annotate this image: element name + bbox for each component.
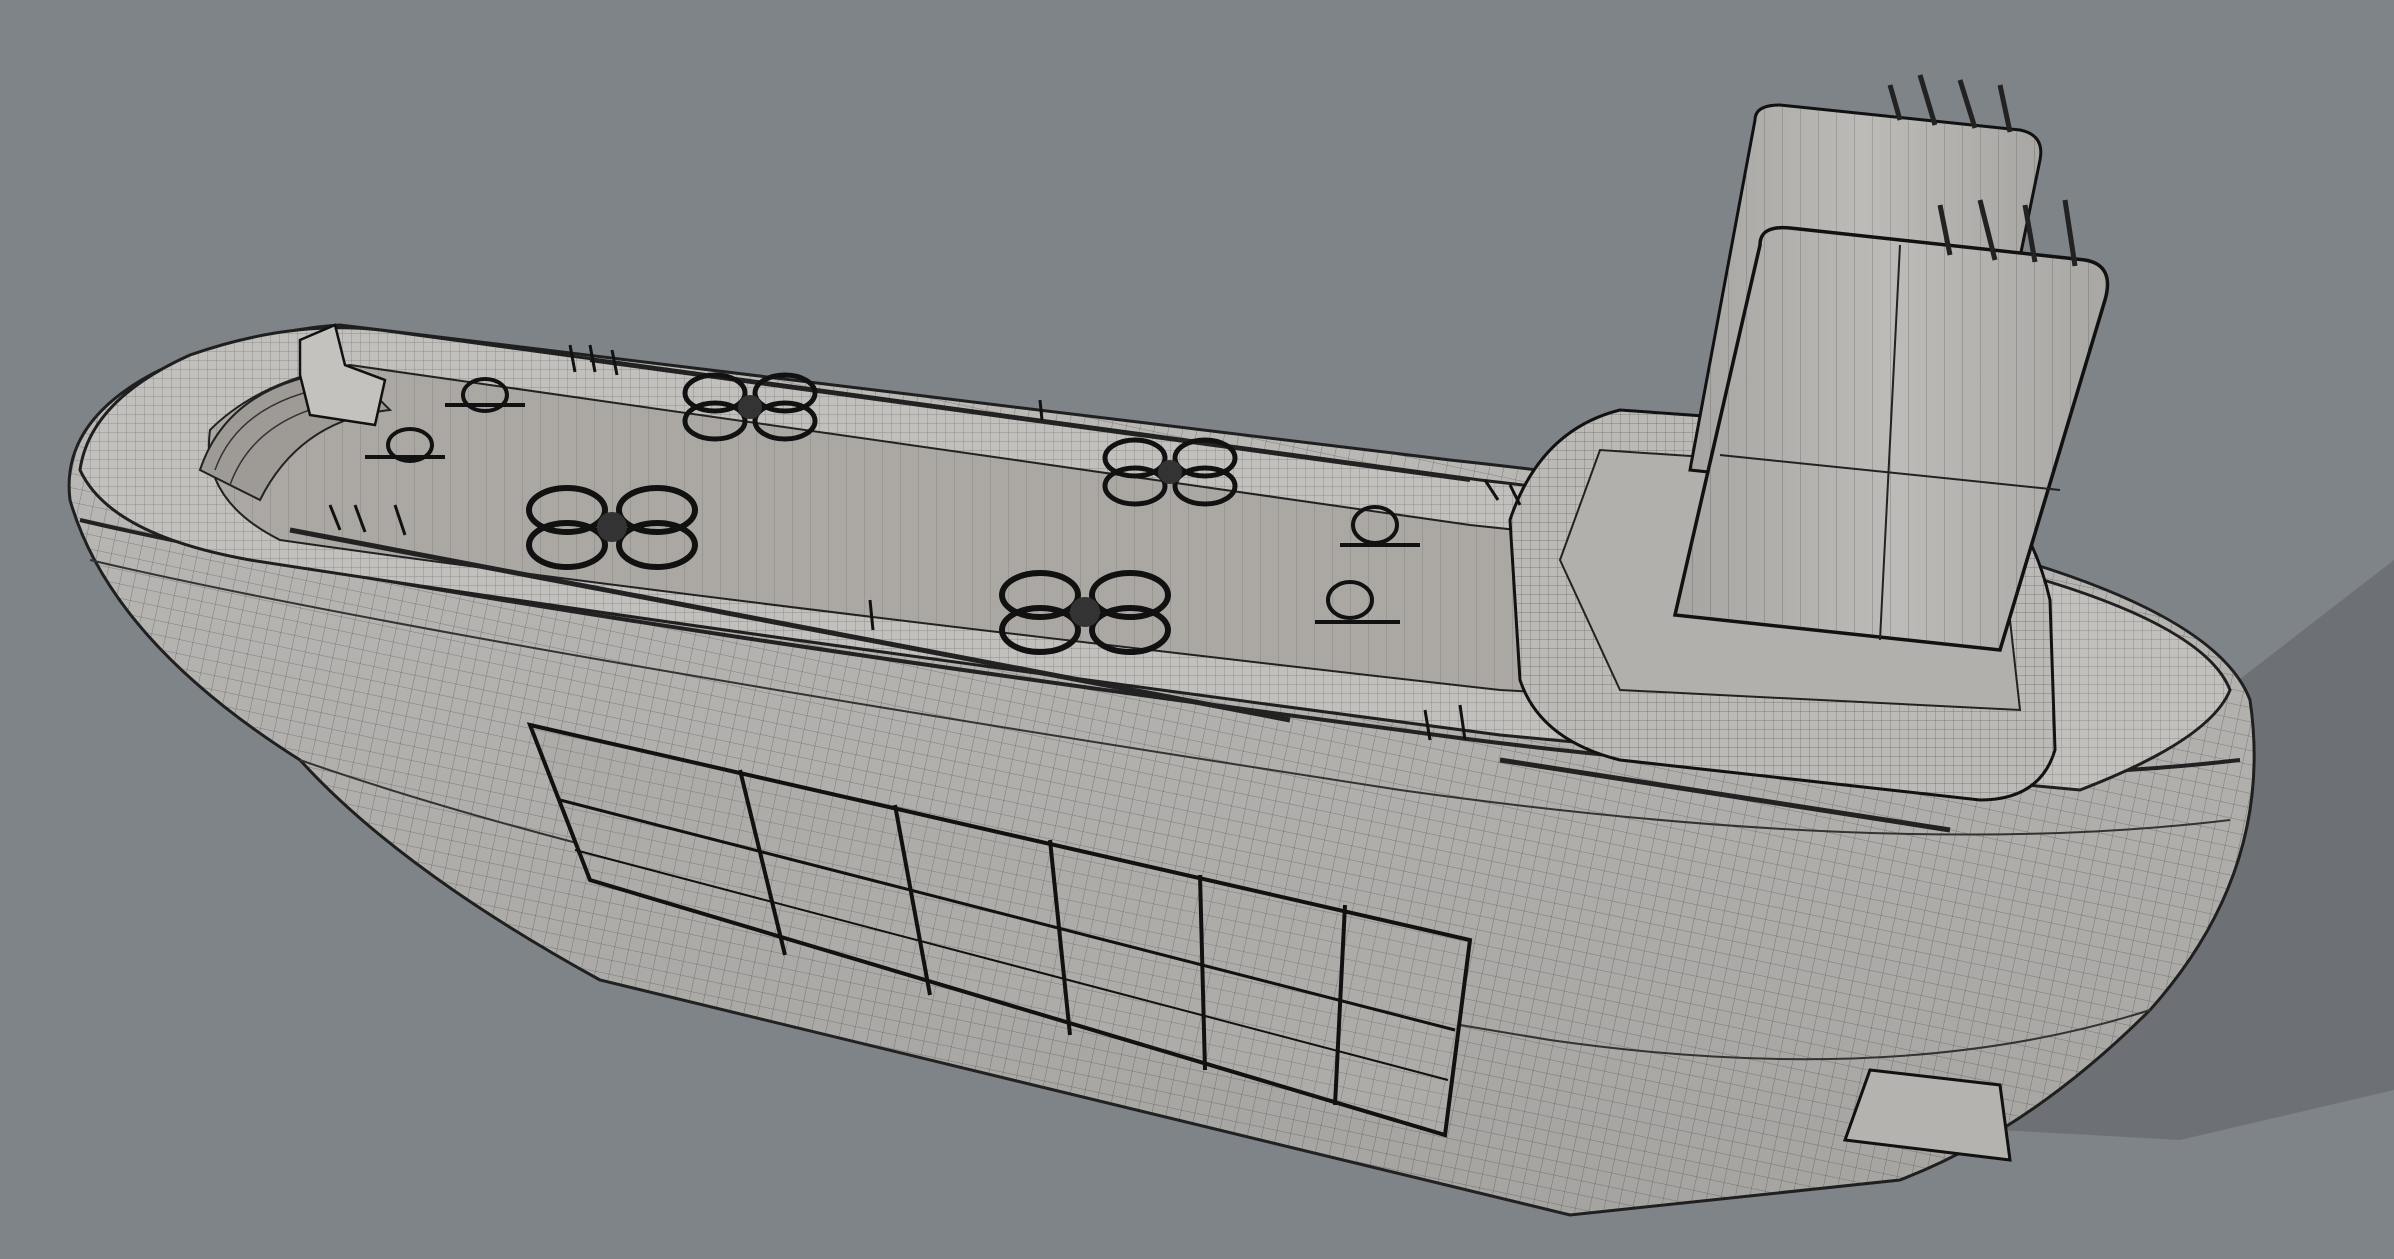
ship-model-render bbox=[67, 74, 2394, 1217]
render-viewport bbox=[0, 0, 2394, 1259]
